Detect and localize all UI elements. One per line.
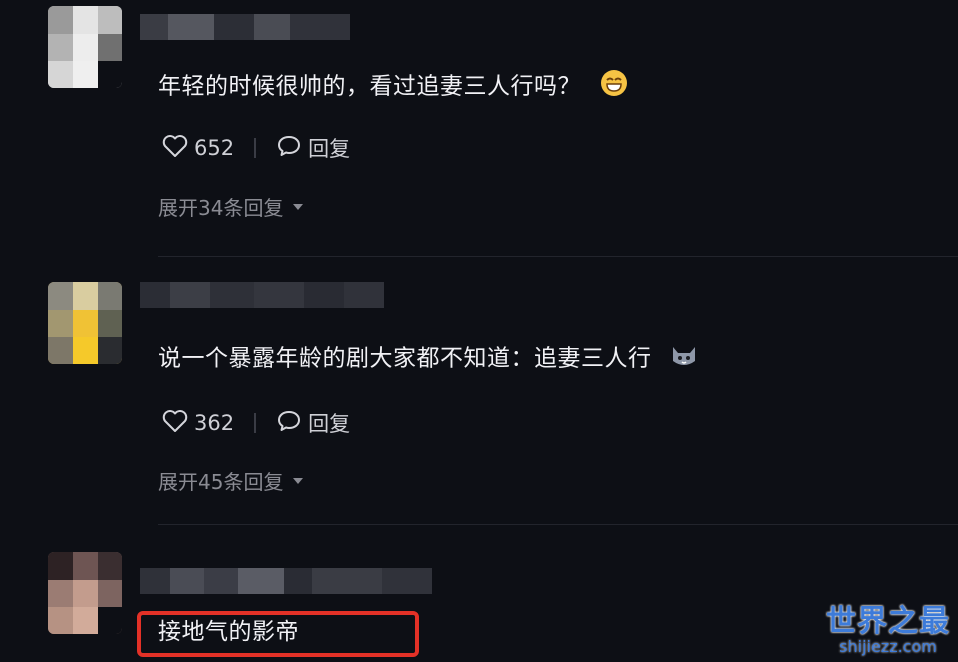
reply-label: 回复 <box>308 137 351 161</box>
username-blurred[interactable] <box>140 282 384 308</box>
avatar[interactable] <box>48 6 122 88</box>
reply-button[interactable]: 回复 <box>276 408 350 438</box>
caret-down-icon <box>293 477 304 484</box>
avatar[interactable] <box>48 552 122 634</box>
action-separator <box>254 138 257 158</box>
watermark-url: shijiezz.com <box>839 637 937 656</box>
heart-icon <box>162 409 188 438</box>
cat-face-emoji-icon <box>669 341 699 377</box>
avatar[interactable] <box>48 282 122 364</box>
caret-down-icon <box>293 203 304 210</box>
like-button[interactable]: 652 <box>162 134 234 163</box>
action-separator <box>254 413 257 433</box>
username-blurred[interactable] <box>140 568 432 594</box>
speech-bubble-icon <box>276 409 302 438</box>
comment-text: 说一个暴露年龄的剧大家都不知道：追妻三人行 <box>158 341 699 377</box>
username-blurred[interactable] <box>140 14 350 40</box>
comment-actions: 652 回复 <box>162 134 350 162</box>
heart-icon <box>162 134 188 163</box>
like-count: 652 <box>194 136 235 160</box>
comment-text-content: 说一个暴露年龄的剧大家都不知道：追妻三人行 <box>158 345 652 372</box>
watermark: 世界之最 shijiezz.com <box>826 606 950 656</box>
expand-replies-button[interactable]: 展开45条回复 <box>158 466 304 495</box>
divider <box>158 524 958 525</box>
reply-button[interactable]: 回复 <box>276 133 350 163</box>
watermark-title: 世界之最 <box>826 604 950 639</box>
expand-replies-button[interactable]: 展开34条回复 <box>158 192 304 221</box>
like-button[interactable]: 362 <box>162 409 234 438</box>
comment-actions: 362 回复 <box>162 409 350 437</box>
reply-label: 回复 <box>308 412 351 436</box>
expand-replies-label: 展开34条回复 <box>158 196 284 220</box>
speech-bubble-icon <box>276 134 302 163</box>
divider <box>158 256 958 257</box>
expand-replies-label: 展开45条回复 <box>158 470 284 494</box>
highlight-box <box>137 611 419 657</box>
comment-text-content: 年轻的时候很帅的，看过追妻三人行吗？ <box>158 73 581 100</box>
grinning-face-emoji-icon <box>599 68 629 106</box>
comment-text: 年轻的时候很帅的，看过追妻三人行吗？ <box>158 68 629 106</box>
like-count: 362 <box>194 411 235 435</box>
